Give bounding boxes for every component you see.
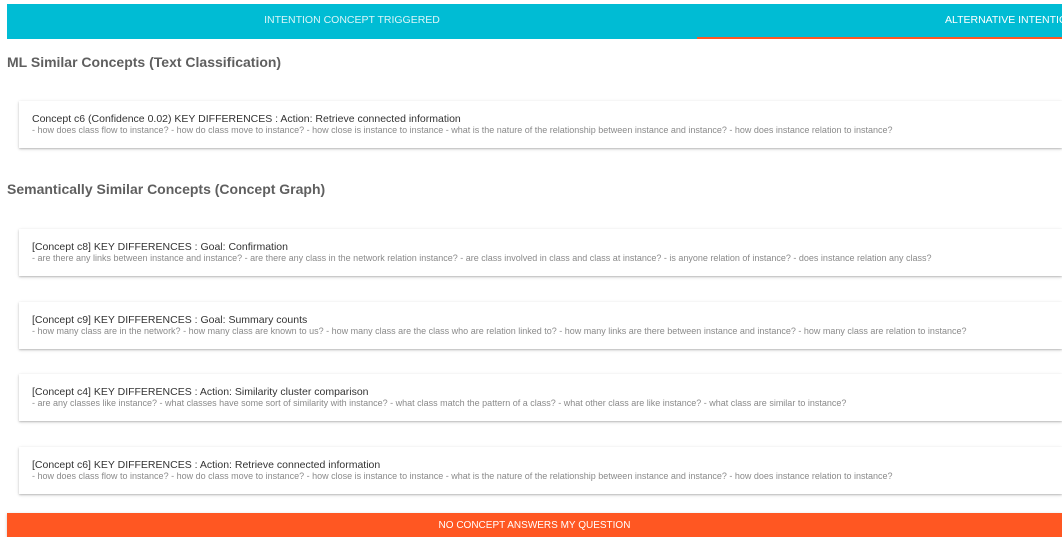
graph-concept-card-c8[interactable]: [Concept c8] KEY DIFFERENCES : Goal: Con… xyxy=(19,229,1062,276)
concept-selection-page: INTENTION CONCEPT TRIGGERED ALTERNATIVE … xyxy=(0,0,1062,537)
graph-concept-card-c4[interactable]: [Concept c4] KEY DIFFERENCES : Action: S… xyxy=(19,374,1062,421)
graph-concept-card-c9[interactable]: [Concept c9] KEY DIFFERENCES : Goal: Sum… xyxy=(19,302,1062,349)
tab-bar: INTENTION CONCEPT TRIGGERED ALTERNATIVE … xyxy=(7,4,1062,39)
ml-concept-card-c6[interactable]: Concept c6 (Confidence 0.02) KEY DIFFERE… xyxy=(19,101,1062,148)
concept-title: [Concept c9] KEY DIFFERENCES : Goal: Sum… xyxy=(32,314,308,326)
graph-concept-card-c6[interactable]: [Concept c6] KEY DIFFERENCES : Action: R… xyxy=(19,447,1062,494)
tab-alternative-intention[interactable]: ALTERNATIVE INTENTION xyxy=(697,4,1062,39)
concept-example-questions: - how does class flow to instance? - how… xyxy=(32,125,893,135)
graph-section-title: Semantically Similar Concepts (Concept G… xyxy=(7,181,326,197)
active-tab-indicator xyxy=(697,37,1062,39)
concept-example-questions: - are there any links between instance a… xyxy=(32,253,932,263)
concept-title: [Concept c6] KEY DIFFERENCES : Action: R… xyxy=(32,459,381,471)
no-concept-answers-button[interactable]: NO CONCEPT ANSWERS MY QUESTION xyxy=(7,513,1062,537)
tab-intention-concept-triggered[interactable]: INTENTION CONCEPT TRIGGERED xyxy=(7,4,697,39)
concept-example-questions: - are any classes like instance? - what … xyxy=(32,398,847,408)
ml-section-title: ML Similar Concepts (Text Classification… xyxy=(7,54,282,70)
concept-title: [Concept c4] KEY DIFFERENCES : Action: S… xyxy=(32,386,369,398)
concept-example-questions: - how many class are in the network? - h… xyxy=(32,326,967,336)
concept-example-questions: - how does class flow to instance? - how… xyxy=(32,471,893,481)
concept-title: Concept c6 (Confidence 0.02) KEY DIFFERE… xyxy=(32,113,461,125)
concept-title: [Concept c8] KEY DIFFERENCES : Goal: Con… xyxy=(32,241,288,253)
